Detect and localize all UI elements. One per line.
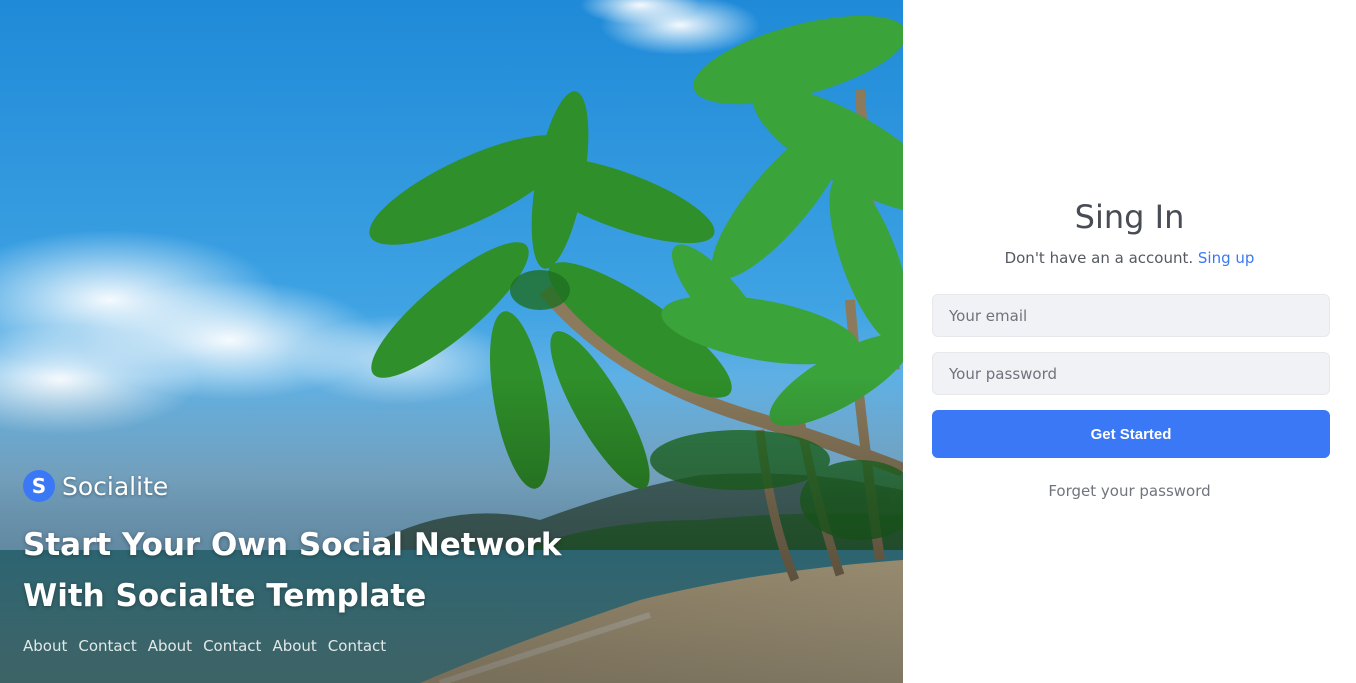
footer-link-about[interactable]: About <box>23 637 67 655</box>
signin-subtitle: Don't have an a account. Sing up <box>903 249 1356 267</box>
brand[interactable]: S Socialite <box>23 470 168 502</box>
signin-title: Sing In <box>1074 198 1185 236</box>
footer-link-contact[interactable]: Contact <box>203 637 261 655</box>
signin-subtitle-text: Don't have an a account. <box>1004 249 1194 267</box>
email-input[interactable] <box>932 294 1330 337</box>
hero-headline-line2: With Socialte Template <box>23 578 427 614</box>
signup-link[interactable]: Sing up <box>1198 249 1255 267</box>
brand-name: Socialite <box>62 471 169 501</box>
hero-headline-line1: Start Your Own Social Network <box>23 527 562 563</box>
signin-panel: Sing In Don't have an a account. Sing up… <box>903 0 1356 683</box>
footer-link-contact[interactable]: Contact <box>328 637 386 655</box>
hero-panel: S Socialite Start Your Own Social Networ… <box>0 0 903 683</box>
password-input[interactable] <box>932 352 1330 395</box>
footer-links: About Contact About Contact About Contac… <box>23 637 386 655</box>
forgot-password-link[interactable]: Forget your password <box>903 482 1356 500</box>
footer-link-about[interactable]: About <box>272 637 316 655</box>
footer-link-about[interactable]: About <box>148 637 192 655</box>
get-started-button[interactable]: Get Started <box>932 410 1330 458</box>
socialite-logo-icon: S <box>23 470 55 502</box>
footer-link-contact[interactable]: Contact <box>78 637 136 655</box>
hero-headline: Start Your Own Social Network With Socia… <box>23 520 583 622</box>
